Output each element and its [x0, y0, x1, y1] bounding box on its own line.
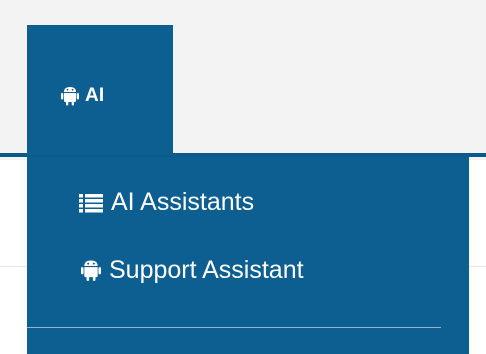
android-icon [81, 259, 101, 282]
ai-dropdown-menu: AI Assistants Support Assistant [27, 157, 469, 354]
menu-divider [27, 327, 441, 328]
list-icon [79, 193, 103, 213]
nav-tab-ai[interactable]: AI [27, 25, 173, 155]
menu-item-support-assistant[interactable]: Support Assistant [81, 256, 304, 285]
menu-item-ai-assistants[interactable]: AI Assistants [79, 188, 254, 217]
android-icon [61, 86, 79, 106]
menu-item-label: AI Assistants [111, 188, 255, 216]
nav-tab-label: AI [85, 85, 105, 106]
page: AI AI Assistants Support Assistant [0, 0, 486, 354]
menu-item-label: Support Assistant [109, 256, 304, 284]
